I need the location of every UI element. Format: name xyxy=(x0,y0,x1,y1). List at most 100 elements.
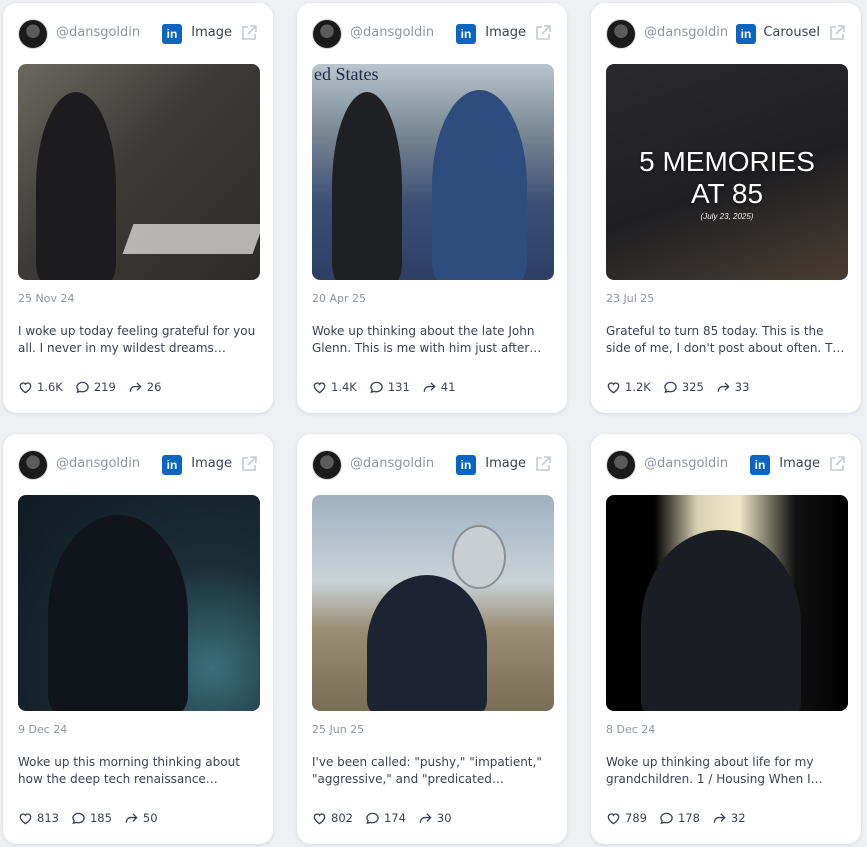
comments-stat: 174 xyxy=(365,809,406,827)
engagement-stats: 813 185 50 xyxy=(18,809,158,827)
heart-icon xyxy=(313,812,326,824)
post-card[interactable]: @dansgoldin in Image 9 Dec 24 Woke up th… xyxy=(3,434,273,844)
avatar[interactable] xyxy=(606,19,636,49)
comments-count: 131 xyxy=(387,380,410,394)
post-text[interactable]: I woke up today feeling grateful for you… xyxy=(18,323,261,357)
avatar[interactable] xyxy=(18,19,48,49)
post-type-label: Image xyxy=(779,456,820,471)
likes-stat: 813 xyxy=(18,809,59,827)
comments-stat: 131 xyxy=(369,378,410,396)
comment-icon xyxy=(370,381,383,393)
post-image[interactable] xyxy=(606,495,848,711)
heart-icon xyxy=(19,812,32,824)
post-card[interactable]: @dansgoldin in Image 8 Dec 24 Woke up th… xyxy=(591,434,861,844)
likes-count: 789 xyxy=(625,811,647,825)
post-text[interactable]: Grateful to turn 85 today. This is the s… xyxy=(606,323,849,357)
post-card[interactable]: @dansgoldin in Image ed States 20 Apr 25… xyxy=(297,3,567,413)
heart-icon xyxy=(607,812,620,824)
post-date: 9 Dec 24 xyxy=(18,723,68,736)
overlay-line1: 5 MEMORIES xyxy=(639,146,815,177)
post-header: @dansgoldin in Image xyxy=(18,19,258,49)
post-card[interactable]: @dansgoldin in Image 25 Jun 25 I've been… xyxy=(297,434,567,844)
post-card[interactable]: @dansgoldin in Image 25 Nov 24 I woke up… xyxy=(3,3,273,413)
post-text[interactable]: Woke up thinking about the late John Gle… xyxy=(312,323,555,357)
carousel-overlay-date: (July 23, 2025) xyxy=(700,212,754,221)
comments-stat: 185 xyxy=(71,809,112,827)
photo-caption-text: ed States xyxy=(314,64,379,84)
likes-stat: 1.6K xyxy=(18,378,63,396)
external-link-icon[interactable] xyxy=(828,24,846,42)
likes-count: 1.4K xyxy=(331,380,357,394)
linkedin-icon: in xyxy=(456,24,476,44)
post-image[interactable] xyxy=(312,495,554,711)
share-icon xyxy=(423,381,436,392)
shares-count: 26 xyxy=(146,380,162,394)
external-link-icon[interactable] xyxy=(534,24,552,42)
post-type-label: Image xyxy=(485,25,526,40)
author-handle[interactable]: @dansgoldin xyxy=(350,25,434,40)
shares-stat: 26 xyxy=(128,378,162,396)
post-date: 8 Dec 24 xyxy=(606,723,656,736)
external-link-icon[interactable] xyxy=(240,455,258,473)
post-card[interactable]: @dansgoldin in Carousel 5 MEMORIES AT 85 (… xyxy=(591,3,861,413)
likes-stat: 1.2K xyxy=(606,378,651,396)
author-handle[interactable]: @dansgoldin xyxy=(56,456,140,471)
share-icon xyxy=(129,381,142,392)
author-handle[interactable]: @dansgoldin xyxy=(350,456,434,471)
likes-count: 1.2K xyxy=(625,380,651,394)
comment-icon xyxy=(664,381,677,393)
linkedin-icon: in xyxy=(456,455,476,475)
engagement-stats: 802 174 30 xyxy=(312,809,452,827)
likes-count: 802 xyxy=(331,811,353,825)
external-link-icon[interactable] xyxy=(240,24,258,42)
post-text[interactable]: Woke up thinking about life for my grand… xyxy=(606,754,849,788)
overlay-line2: AT 85 xyxy=(690,178,764,209)
engagement-stats: 1.6K 219 26 xyxy=(18,378,161,396)
likes-stat: 802 xyxy=(312,809,353,827)
comments-count: 174 xyxy=(383,811,406,825)
post-type-label: Image xyxy=(191,25,232,40)
comment-icon xyxy=(76,381,89,393)
shares-stat: 41 xyxy=(422,378,455,396)
post-image[interactable]: ed States xyxy=(312,64,554,280)
photo-figure xyxy=(641,530,801,711)
avatar[interactable] xyxy=(312,19,342,49)
share-icon xyxy=(419,812,432,823)
engagement-stats: 789 178 32 xyxy=(606,809,746,827)
author-handle[interactable]: @dansgoldin xyxy=(644,456,728,471)
likes-stat: 1.4K xyxy=(312,378,357,396)
post-type-label: Image xyxy=(191,456,232,471)
carousel-overlay-title: 5 MEMORIES AT 85 xyxy=(606,146,848,210)
shares-stat: 50 xyxy=(124,809,158,827)
heart-icon xyxy=(19,381,32,393)
avatar[interactable] xyxy=(312,450,342,480)
avatar[interactable] xyxy=(18,450,48,480)
author-handle[interactable]: @dansgoldin xyxy=(56,25,140,40)
comments-count: 185 xyxy=(89,811,112,825)
photo-lectern xyxy=(122,224,260,254)
post-text[interactable]: I've been called: "pushy," "impatient," … xyxy=(312,754,555,788)
share-icon xyxy=(717,381,730,392)
post-header: @dansgoldin in Image xyxy=(606,450,846,480)
post-header: @dansgoldin in Image xyxy=(312,450,552,480)
author-handle[interactable]: @dansgoldin xyxy=(644,25,728,40)
external-link-icon[interactable] xyxy=(534,455,552,473)
shares-count: 32 xyxy=(730,811,746,825)
heart-icon xyxy=(313,381,326,393)
post-date: 25 Nov 24 xyxy=(18,292,75,305)
avatar[interactable] xyxy=(606,450,636,480)
post-header: @dansgoldin in Image xyxy=(18,450,258,480)
post-text[interactable]: Woke up this morning thinking about how … xyxy=(18,754,261,788)
post-date: 25 Jun 25 xyxy=(312,723,365,736)
comments-count: 178 xyxy=(677,811,700,825)
post-image[interactable] xyxy=(18,495,260,711)
likes-count: 813 xyxy=(37,811,59,825)
comment-icon xyxy=(660,812,673,824)
external-link-icon[interactable] xyxy=(828,455,846,473)
photo-figure xyxy=(332,92,402,280)
post-date: 23 Jul 25 xyxy=(606,292,655,305)
shares-stat: 30 xyxy=(418,809,452,827)
engagement-stats: 1.4K 131 41 xyxy=(312,378,455,396)
post-image[interactable]: 5 MEMORIES AT 85 (July 23, 2025) xyxy=(606,64,848,280)
post-image[interactable] xyxy=(18,64,260,280)
